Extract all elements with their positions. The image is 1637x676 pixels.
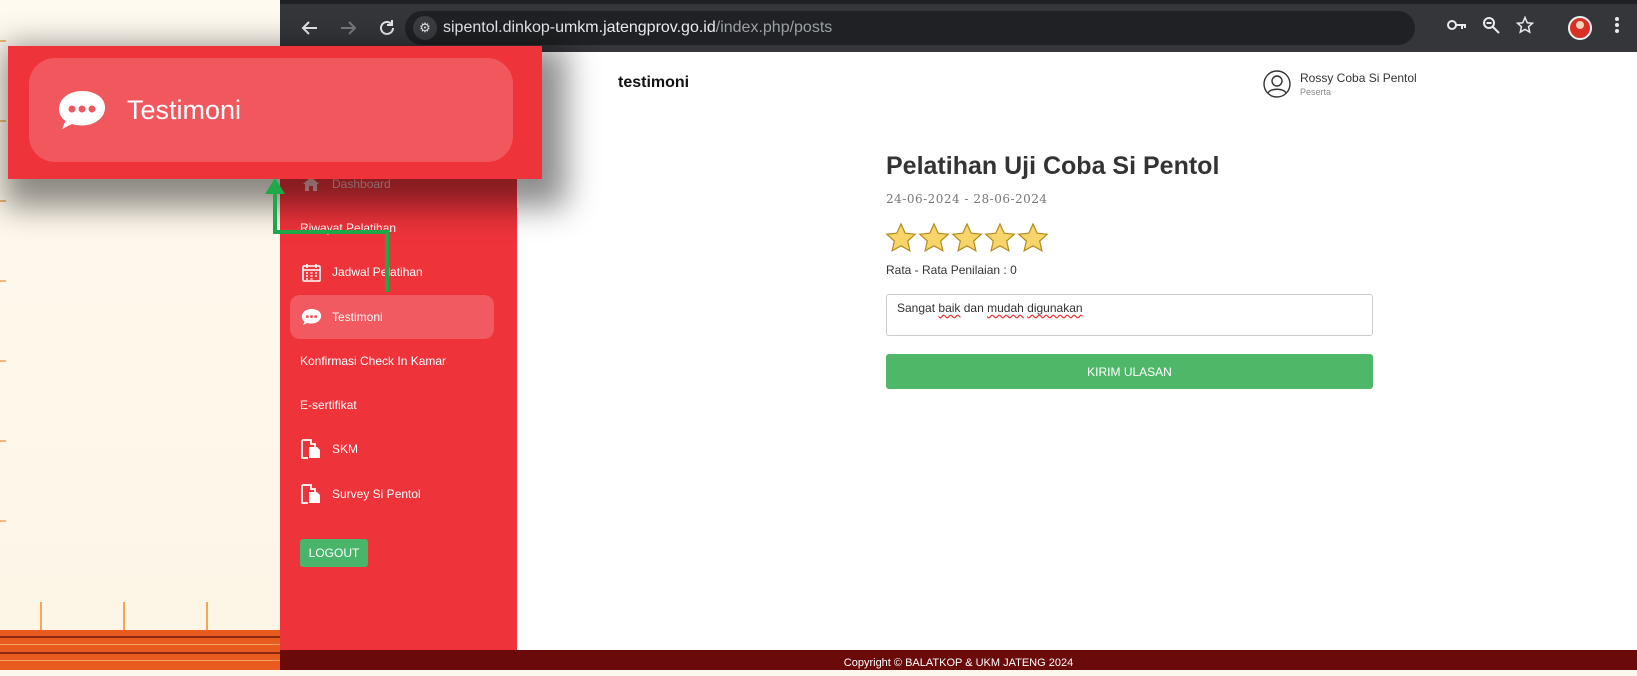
star-icon[interactable] (984, 222, 1016, 254)
sidebar-item-label: SKM (332, 442, 359, 456)
user-name: Rossy Coba Si Pentol (1300, 71, 1417, 85)
review-word: baik (938, 301, 961, 315)
document-icon (300, 484, 322, 504)
url-text[interactable]: sipentol.dinkop-umkm.jatengprov.go.id/in… (443, 11, 832, 45)
bookmark-star-icon[interactable] (1513, 15, 1537, 40)
profile-avatar[interactable] (1568, 16, 1592, 40)
review-word: Sangat (897, 301, 936, 315)
sidebar-item-label: Konfirmasi Check In Kamar (300, 354, 447, 368)
footer-copyright: Copyright © BALATKOP & UKM JATENG 2024 (280, 650, 1637, 670)
address-bar[interactable]: ⚙ sipentol.dinkop-umkm.jatengprov.go.id/… (405, 11, 1415, 45)
logout-button[interactable]: LOGOUT (300, 539, 368, 567)
sidebar-item-label: Testimoni (332, 310, 383, 324)
background-decoration (0, 630, 280, 670)
rating-average: Rata - Rata Penilaian : 0 (886, 263, 1017, 277)
star-icon[interactable] (918, 222, 950, 254)
star-icon[interactable] (951, 222, 983, 254)
arrow-right-icon (341, 21, 357, 35)
chat-icon (300, 307, 322, 327)
menu-icon[interactable] (1605, 16, 1629, 40)
site-settings-icon[interactable]: ⚙ (413, 16, 437, 40)
sidebar-item-konfirmasi-check-in[interactable]: Konfirmasi Check In Kamar (290, 339, 494, 383)
sidebar-item-e-sertifikat[interactable]: E-sertifikat (290, 383, 494, 427)
url-path: /index.php/posts (715, 19, 833, 36)
annotation-arrow (265, 178, 389, 292)
review-word: digunakan (1027, 301, 1083, 315)
main-content: testimoni Rossy Coba Si Pentol Peserta P… (517, 52, 1637, 650)
review-word: mudah (987, 301, 1024, 315)
sidebar-item-skm[interactable]: SKM (290, 427, 494, 471)
background-decoration (206, 602, 208, 632)
sidebar-item-survey[interactable]: Survey Si Pentol (290, 472, 494, 516)
course-dates: 24-06-2024 - 28-06-2024 (886, 192, 1048, 206)
submit-review-button[interactable]: KIRIM ULASAN (886, 354, 1373, 389)
course-title: Pelatihan Uji Coba Si Pentol (886, 152, 1220, 180)
page-title: testimoni (618, 74, 690, 91)
star-icon[interactable] (885, 222, 917, 254)
sidebar-item-testimoni[interactable]: Testimoni (290, 295, 494, 339)
zoom-icon[interactable] (1479, 16, 1503, 40)
user-avatar-icon[interactable] (1263, 70, 1291, 98)
zoom-callout-testimoni: Testimoni (29, 58, 513, 162)
document-icon (300, 439, 322, 459)
background-decoration (40, 602, 42, 632)
review-word: dan (963, 301, 984, 315)
chat-icon (59, 91, 105, 129)
star-rating[interactable] (885, 222, 1050, 254)
reload-button[interactable] (373, 14, 401, 42)
user-role: Peserta (1300, 87, 1332, 97)
arrow-left-icon (301, 21, 317, 35)
background-decoration (123, 602, 125, 632)
forward-button[interactable] (334, 14, 362, 42)
zoom-callout-label: Testimoni (127, 94, 242, 125)
sidebar-item-label: E-sertifikat (300, 398, 357, 412)
back-button[interactable] (296, 14, 324, 42)
reload-icon (380, 20, 394, 35)
sidebar-item-label: Survey Si Pentol (332, 487, 421, 501)
key-icon[interactable] (1445, 16, 1469, 40)
browser-toolbar: ⚙ sipentol.dinkop-umkm.jatengprov.go.id/… (280, 0, 1637, 52)
zoom-callout: Testimoni (8, 46, 542, 179)
url-host: sipentol.dinkop-umkm.jatengprov.go.id (443, 19, 716, 36)
review-textarea[interactable]: Sangat baik dan mudah digunakan (886, 294, 1373, 336)
star-icon[interactable] (1017, 222, 1049, 254)
